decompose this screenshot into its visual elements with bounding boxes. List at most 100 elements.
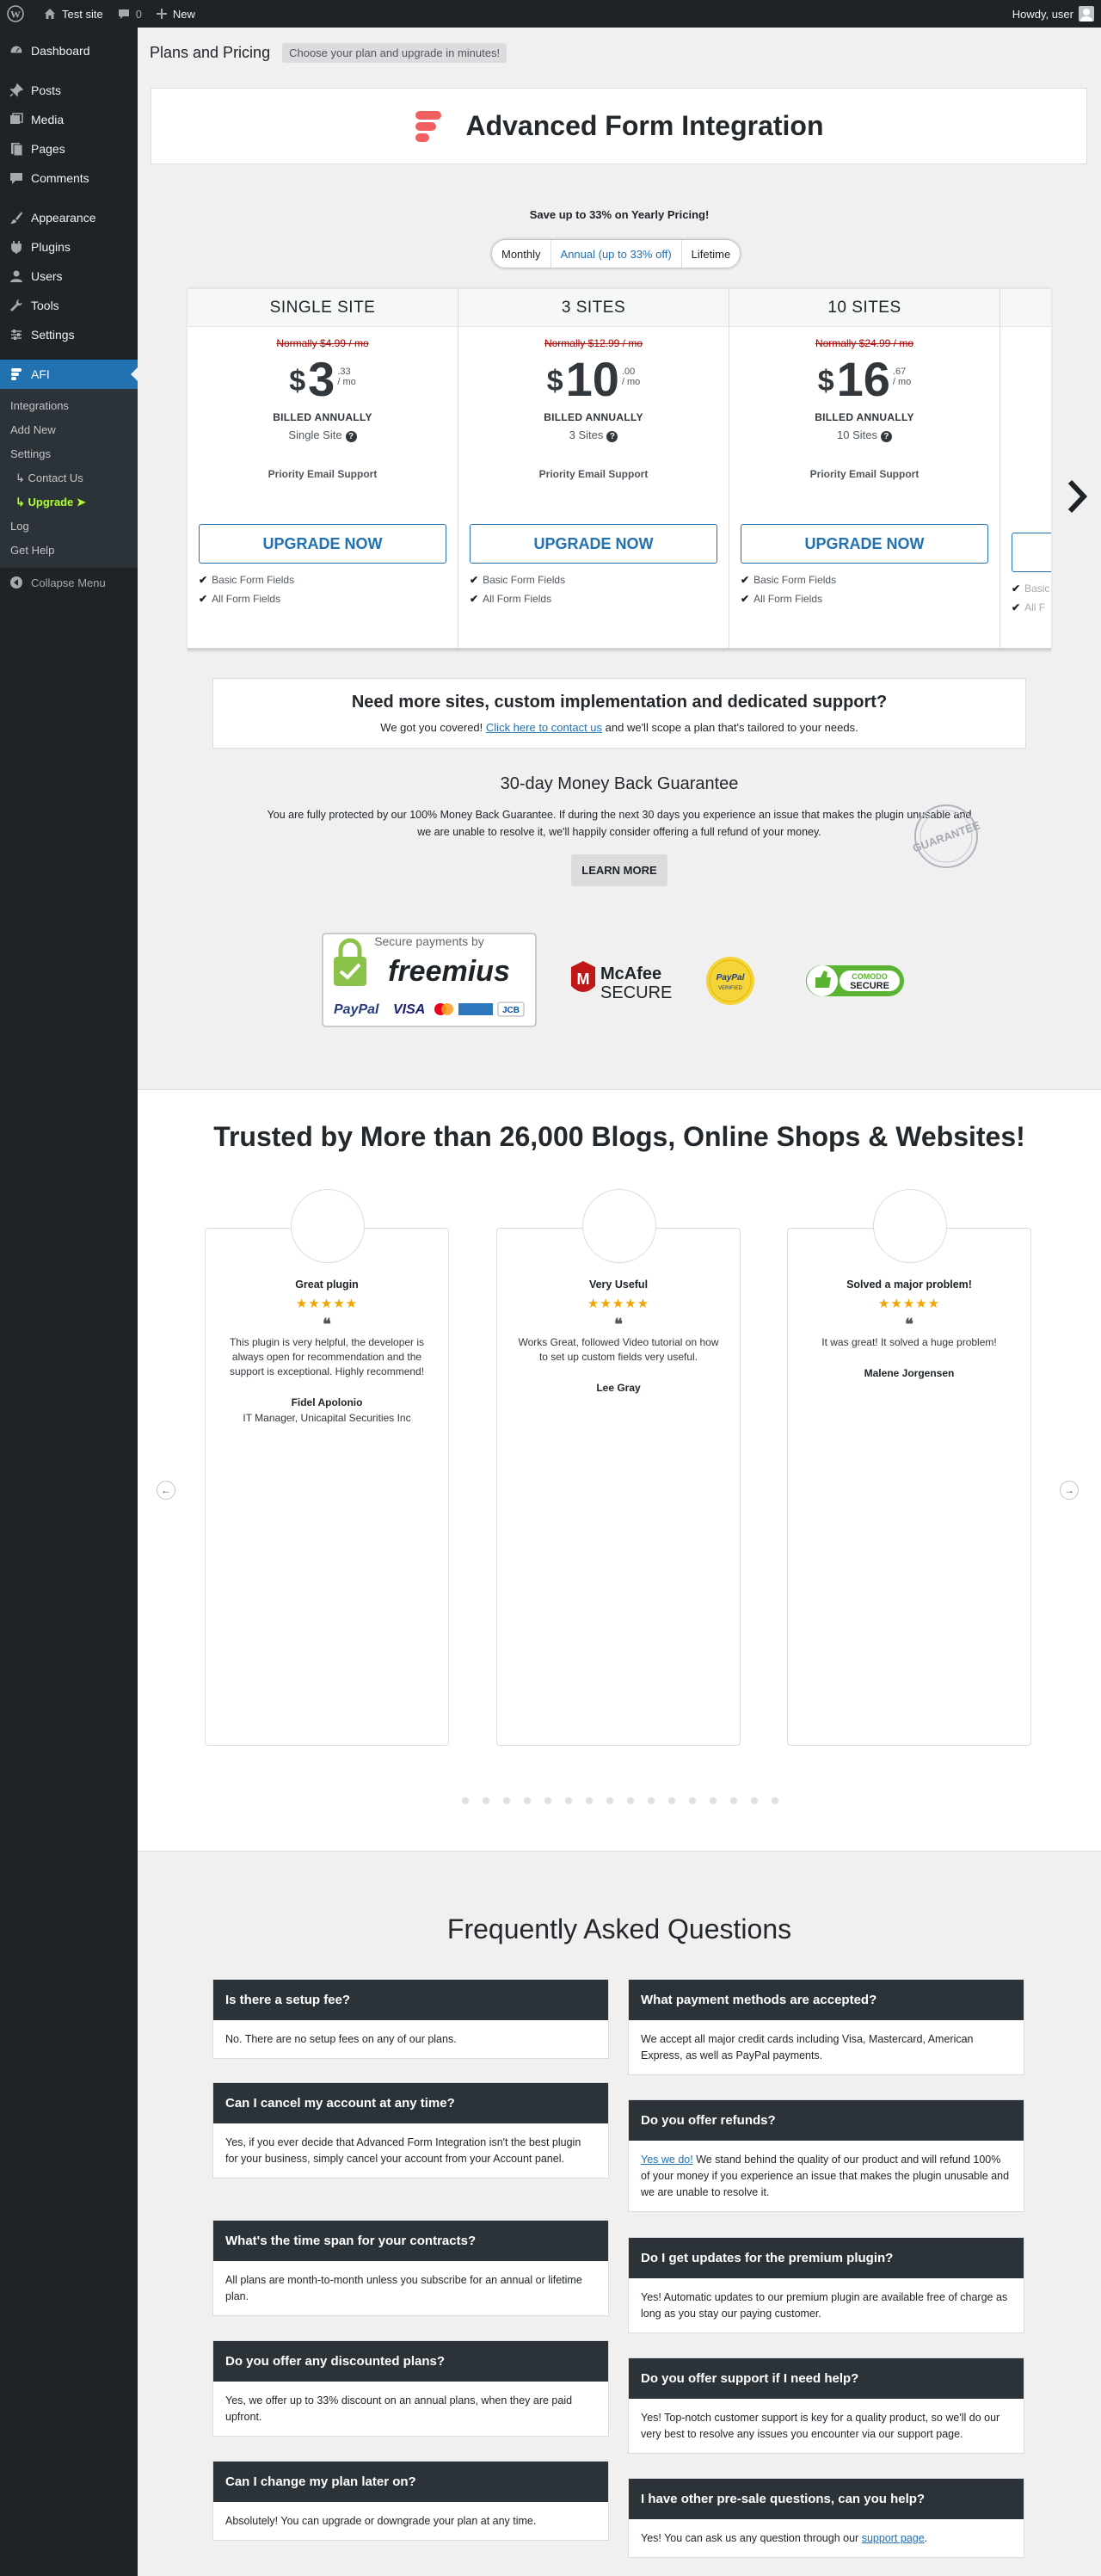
- carousel-dot[interactable]: [606, 1797, 613, 1804]
- upgrade-now-button[interactable]: UPGRADE NOW: [199, 524, 446, 564]
- faq-item: I have other pre-sale questions, can you…: [628, 2478, 1024, 2558]
- submenu-add-new[interactable]: Add New: [0, 418, 138, 442]
- submenu-integrations[interactable]: Integrations: [0, 394, 138, 418]
- plan-normal-price: Normally $4.99 / mo: [276, 337, 369, 349]
- submenu-settings[interactable]: Settings: [0, 442, 138, 466]
- billing-annual[interactable]: Annual (up to 33% off): [550, 240, 682, 268]
- check-icon: ✔: [741, 593, 750, 605]
- menu-media[interactable]: Media: [0, 105, 138, 134]
- star-rating-icon: ★★★★★: [587, 1297, 650, 1311]
- reviewer-name: Malene Jorgensen: [864, 1367, 955, 1379]
- carousel-dot[interactable]: [627, 1797, 634, 1804]
- faq-answer: We accept all major credit cards includi…: [641, 2033, 974, 2061]
- menu-plugins[interactable]: Plugins: [0, 232, 138, 262]
- carousel-dot[interactable]: [668, 1797, 675, 1804]
- help-icon[interactable]: ?: [345, 431, 357, 442]
- carousel-dot[interactable]: [689, 1797, 696, 1804]
- page-title: Plans and Pricing: [150, 44, 271, 61]
- menu-dashboard[interactable]: Dashboard: [0, 36, 138, 65]
- svg-text:GUARANTEE: GUARANTEE: [912, 818, 981, 854]
- media-icon: [8, 111, 25, 128]
- refund-link[interactable]: Yes we do!: [641, 2154, 693, 2166]
- review-text: Works Great, followed Video tutorial on …: [518, 1336, 719, 1363]
- paypal-verified-badge: PayPal VERIFIED: [706, 957, 754, 1005]
- afi-submenu: Integrations Add New Settings ↳ Contact …: [0, 389, 138, 568]
- price-currency: $: [546, 365, 563, 397]
- wordpress-logo-icon[interactable]: W: [0, 0, 36, 28]
- svg-text:VERIFIED: VERIFIED: [718, 986, 742, 991]
- check-icon: ✔: [741, 574, 750, 586]
- svg-text:SECURE: SECURE: [850, 981, 889, 991]
- menu-comments[interactable]: Comments: [0, 163, 138, 193]
- carousel-dot[interactable]: [462, 1797, 469, 1804]
- security-badges: Secure payments by freemius PayPal VISA …: [322, 933, 904, 1027]
- menu-settings[interactable]: Settings: [0, 320, 138, 349]
- learn-more-button[interactable]: LEARN MORE: [571, 854, 667, 886]
- page-header: Plans and Pricing Choose your plan and u…: [150, 43, 507, 63]
- contact-us-link[interactable]: Click here to contact us: [486, 721, 602, 734]
- help-icon[interactable]: ?: [606, 431, 618, 442]
- pricing-plans: SINGLE SITE Normally $4.99 / mo $ 3 .33/…: [188, 287, 1051, 650]
- svg-text:Secure payments by: Secure payments by: [374, 934, 484, 948]
- upgrade-now-button[interactable]: UPGRADE NOW: [470, 524, 717, 564]
- support-page-link[interactable]: support page: [862, 2532, 925, 2544]
- my-account[interactable]: Howdy, user: [1012, 6, 1101, 22]
- comment-icon: [118, 9, 129, 19]
- menu-pages[interactable]: Pages: [0, 134, 138, 163]
- faq-question: Do I get updates for the premium plugin?: [629, 2238, 1024, 2278]
- submenu-get-help[interactable]: Get Help: [0, 539, 138, 563]
- reviewer-name: Fidel Apolonio: [291, 1396, 363, 1408]
- plan-billed: BILLED ANNUALLY: [273, 411, 372, 423]
- menu-afi[interactable]: AFI: [0, 360, 138, 389]
- dashboard-icon: [8, 42, 25, 59]
- billing-lifetime[interactable]: Lifetime: [682, 240, 741, 268]
- carousel-dot[interactable]: [565, 1797, 572, 1804]
- faq-answer: Yes, we offer up to 33% discount on an a…: [225, 2394, 573, 2423]
- carousel-dot[interactable]: [772, 1797, 778, 1804]
- arrow-right-icon[interactable]: →: [1060, 1481, 1079, 1500]
- carousel-dot[interactable]: [710, 1797, 717, 1804]
- check-icon: ✔: [470, 593, 479, 605]
- carousel-dot[interactable]: [483, 1797, 489, 1804]
- plus-icon: [156, 9, 167, 19]
- collapse-menu[interactable]: Collapse Menu: [0, 568, 138, 597]
- submenu-upgrade[interactable]: ↳ Upgrade ➤: [0, 490, 138, 515]
- new-label: New: [172, 7, 195, 21]
- carousel-dot[interactable]: [503, 1797, 510, 1804]
- new-content-link[interactable]: New: [149, 0, 202, 28]
- reviewer-role: IT Manager, Unicapital Securities Inc: [243, 1412, 411, 1424]
- help-icon[interactable]: ?: [880, 431, 892, 442]
- submenu-log[interactable]: Log: [0, 515, 138, 539]
- faq-answer: Yes! You can ask us any question through…: [641, 2532, 928, 2544]
- chevron-right-icon[interactable]: [1065, 475, 1091, 518]
- comodo-secure-badge: COMODO SECURE: [806, 965, 904, 996]
- review-title: Great plugin: [295, 1279, 359, 1291]
- menu-appearance[interactable]: Appearance: [0, 203, 138, 232]
- carousel-dot[interactable]: [751, 1797, 758, 1804]
- menu-tools[interactable]: Tools: [0, 291, 138, 320]
- carousel-dot[interactable]: [586, 1797, 593, 1804]
- site-name-link[interactable]: Test site: [36, 0, 110, 28]
- guarantee-stamp-icon: GUARANTEE: [912, 804, 981, 868]
- plan-10-sites: 10 SITES Normally $24.99 / mo $ 16 .67/ …: [729, 289, 1000, 648]
- plan-support: Priority Email Support: [538, 468, 649, 480]
- upgrade-now-button[interactable]: [1012, 533, 1051, 572]
- mcafee-badge: M McAfee SECURE: [571, 961, 672, 1002]
- carousel-dot[interactable]: [730, 1797, 737, 1804]
- faq-question: What's the time span for your contracts?: [213, 2221, 608, 2261]
- carousel-dot[interactable]: [648, 1797, 655, 1804]
- page-tagline: Choose your plan and upgrade in minutes!: [282, 43, 507, 63]
- comments-link[interactable]: 0: [110, 0, 149, 28]
- collapse-icon: [8, 574, 25, 591]
- carousel-dot[interactable]: [524, 1797, 531, 1804]
- billing-monthly[interactable]: Monthly: [492, 240, 551, 268]
- menu-posts[interactable]: Posts: [0, 76, 138, 105]
- arrow-left-icon[interactable]: ←: [157, 1481, 175, 1500]
- plug-icon: [8, 238, 25, 256]
- menu-users[interactable]: Users: [0, 262, 138, 291]
- submenu-contact-us[interactable]: ↳ Contact Us: [0, 466, 138, 490]
- upgrade-now-button[interactable]: UPGRADE NOW: [741, 524, 988, 564]
- plan-billed: BILLED ANNUALLY: [544, 411, 643, 423]
- reviewer-avatar: [873, 1189, 947, 1263]
- carousel-dot[interactable]: [544, 1797, 551, 1804]
